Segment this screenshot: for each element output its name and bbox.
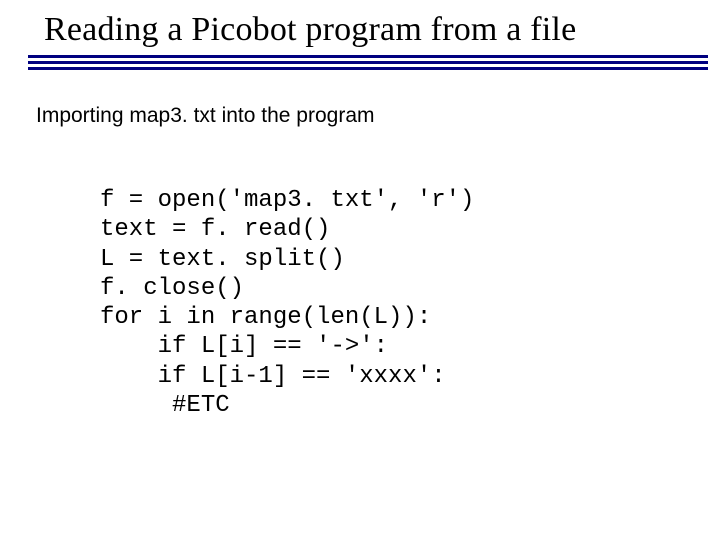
code-line: #ETC: [100, 392, 230, 419]
code-line: L = text. split(): [100, 246, 345, 273]
subtitle: Importing map3. txt into the program: [36, 104, 375, 127]
code-line: if L[i-1] == 'xxxx':: [100, 363, 446, 390]
code-block: f = open('map3. txt', 'r') text = f. rea…: [0, 186, 720, 420]
code-line: if L[i] == '->':: [100, 333, 388, 360]
code-line: for i in range(len(L)):: [100, 304, 431, 331]
slide: Reading a Picobot program from a file Im…: [0, 0, 720, 540]
rule-line: [28, 55, 708, 58]
rule-line: [28, 61, 708, 64]
title-underline: [0, 55, 720, 70]
slide-title: Reading a Picobot program from a file: [0, 10, 720, 49]
code-line: f = open('map3. txt', 'r'): [100, 187, 474, 214]
rule-line: [28, 67, 708, 70]
code-line: text = f. read(): [100, 216, 330, 243]
code-line: f. close(): [100, 275, 244, 302]
subtitle-wrap: Importing map3. txt into the program: [0, 104, 720, 128]
